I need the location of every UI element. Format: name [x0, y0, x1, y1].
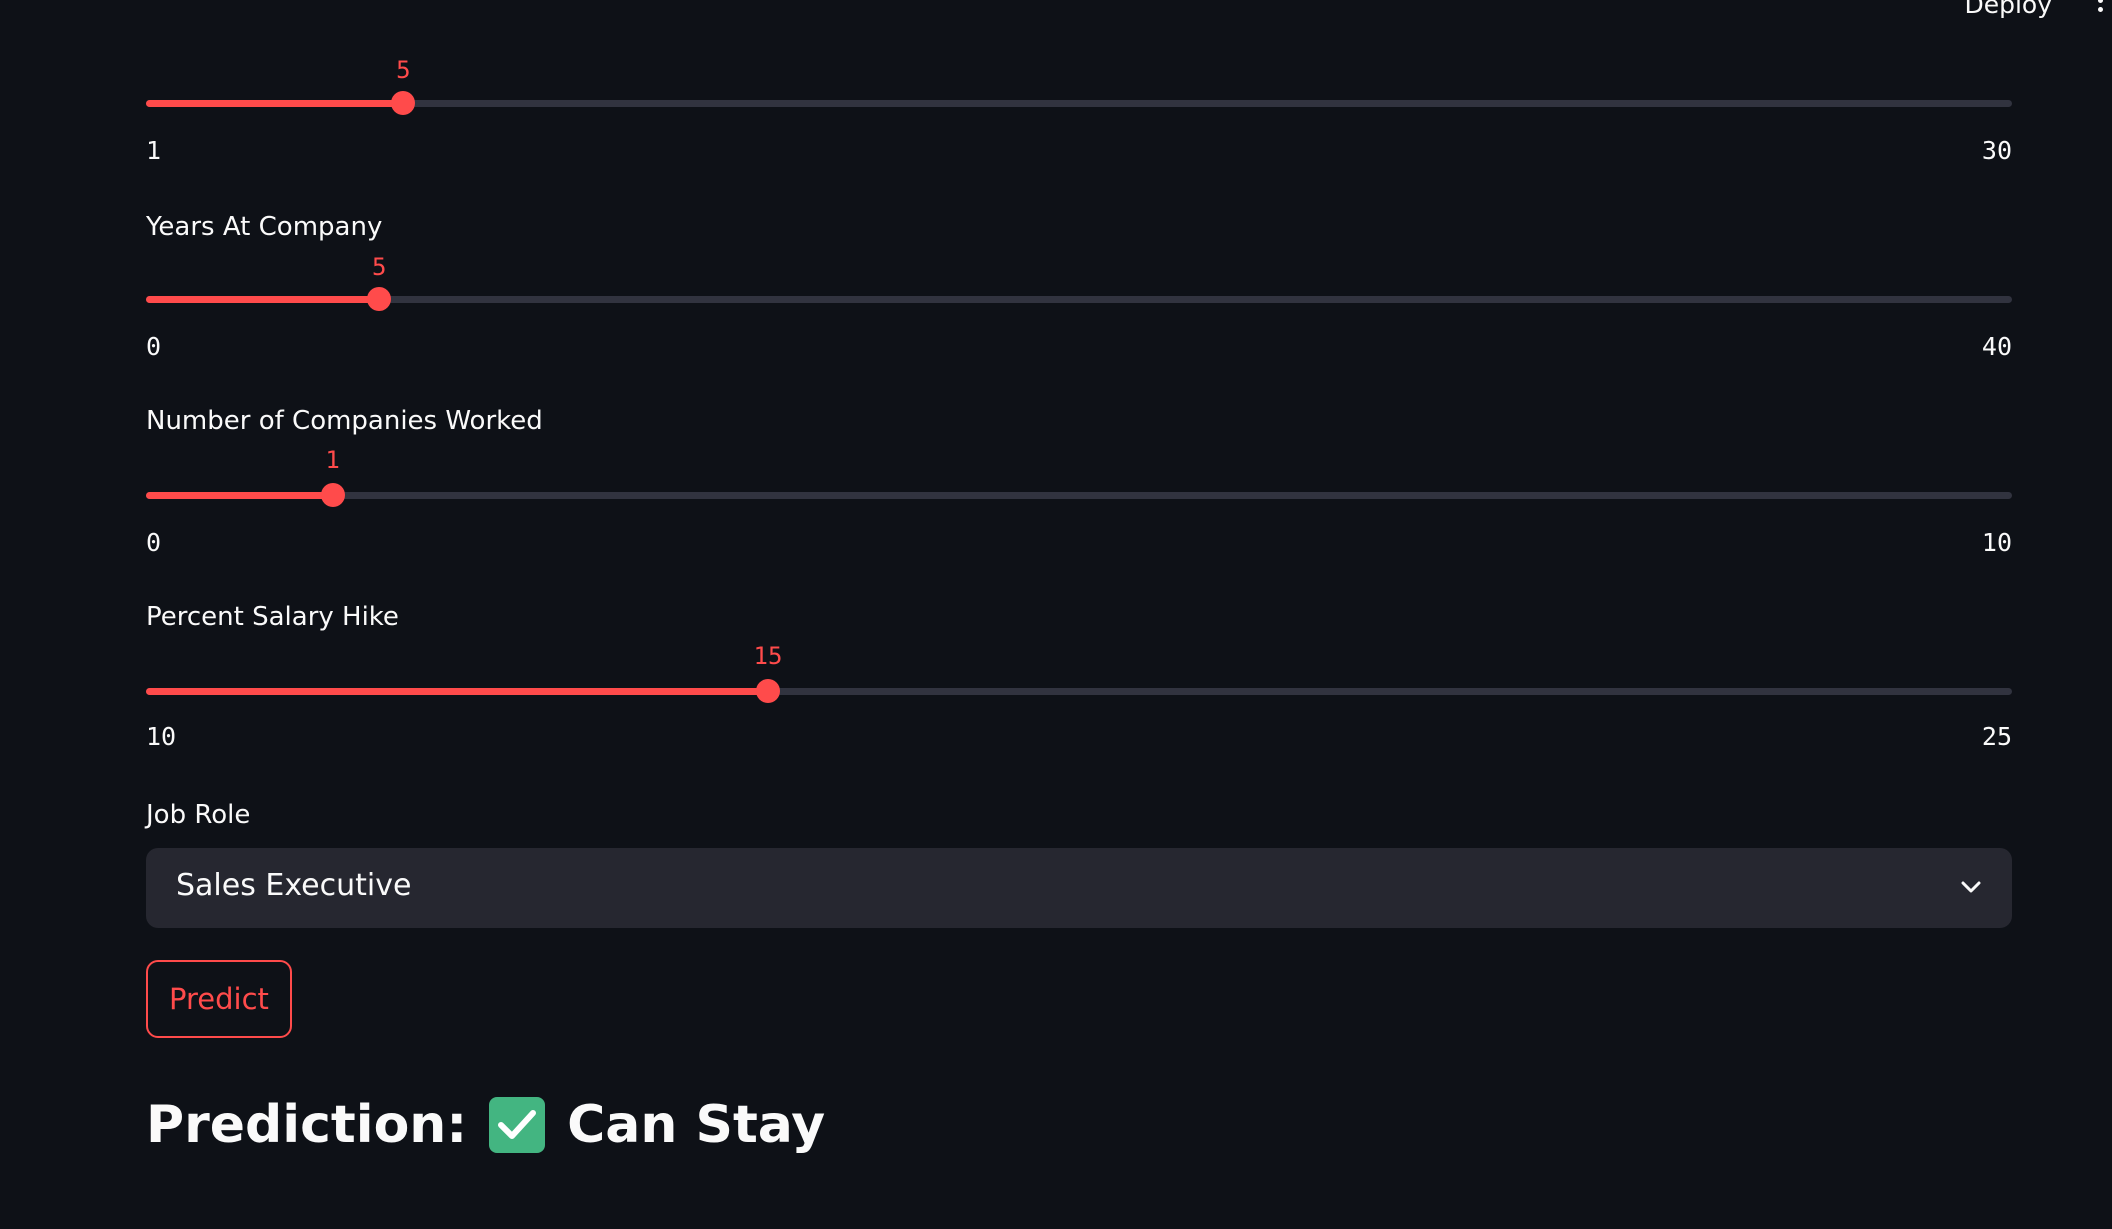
- slider-current-value: 5: [372, 253, 387, 281]
- slider-thumb[interactable]: [367, 287, 392, 311]
- check-mark-icon: [489, 1097, 546, 1153]
- job-role-selected-value: Sales Executive: [176, 868, 412, 903]
- slider-total-working-years: 5 1 30: [146, 0, 2012, 165]
- slider-track[interactable]: [146, 287, 2012, 311]
- slider-max-label: 40: [1981, 332, 2012, 361]
- slider-track[interactable]: [146, 679, 2012, 703]
- slider-percent-salary-hike: Percent Salary Hike 15 10 25: [146, 600, 2012, 751]
- job-role-select[interactable]: Sales Executive: [146, 848, 2012, 928]
- slider-min-label: 0: [146, 332, 162, 361]
- slider-track[interactable]: [146, 483, 2012, 507]
- slider-number-of-companies-worked: Number of Companies Worked 1 0 10: [146, 404, 2012, 557]
- slider-current-value: 1: [325, 446, 340, 474]
- slider-years-at-company: Years At Company 5 0 40: [146, 208, 2012, 361]
- slider-label: Years At Company: [146, 212, 383, 242]
- slider-thumb[interactable]: [756, 679, 780, 703]
- predict-button[interactable]: Predict: [146, 960, 292, 1038]
- menu-dot: [2098, 0, 2103, 3]
- slider-max-label: 10: [1981, 528, 2012, 557]
- prediction-result: Prediction: Can Stay: [146, 1095, 825, 1155]
- slider-track[interactable]: [146, 91, 2012, 115]
- slider-max-label: 25: [1981, 722, 2012, 751]
- slider-label: Number of Companies Worked: [146, 406, 543, 436]
- slider-track-fill: [146, 100, 404, 107]
- slider-label: Percent Salary Hike: [146, 602, 399, 632]
- slider-min-label: 1: [146, 136, 162, 165]
- menu-dot: [2098, 7, 2103, 12]
- slider-thumb[interactable]: [391, 91, 416, 115]
- slider-track-fill: [146, 688, 768, 695]
- prediction-text: Can Stay: [567, 1095, 826, 1155]
- main-menu-icon[interactable]: [2092, 0, 2112, 24]
- slider-current-value: 5: [396, 56, 411, 84]
- slider-thumb[interactable]: [320, 483, 345, 507]
- slider-max-label: 30: [1981, 136, 2012, 165]
- slider-track-fill: [146, 296, 380, 303]
- slider-track-fill: [146, 492, 333, 499]
- slider-min-label: 10: [146, 722, 177, 751]
- slider-min-label: 0: [146, 528, 162, 557]
- chevron-down-icon: [1961, 881, 1981, 893]
- job-role-label: Job Role: [146, 800, 251, 830]
- prediction-prefix: Prediction:: [146, 1095, 468, 1155]
- slider-current-value: 15: [753, 642, 783, 670]
